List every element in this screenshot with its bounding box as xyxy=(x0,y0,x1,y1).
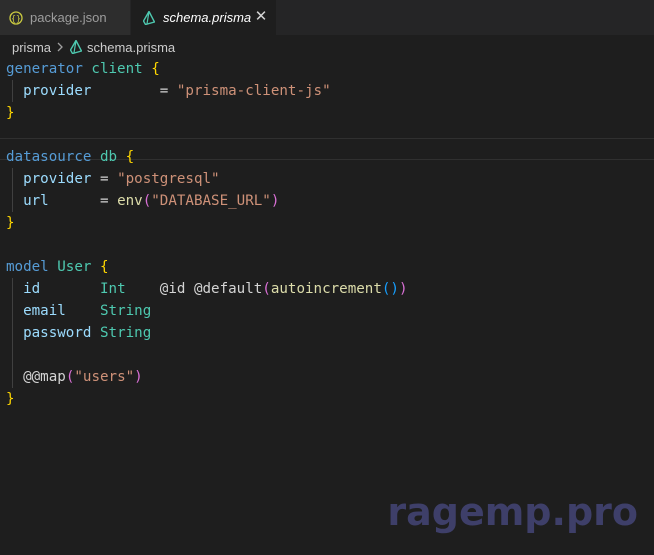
code-line: model User { xyxy=(6,259,109,275)
code-line: @@map("users") xyxy=(23,369,143,385)
close-icon[interactable]: ✕ xyxy=(254,9,268,24)
chevron-right-icon xyxy=(56,42,64,52)
prisma-icon xyxy=(70,40,83,54)
tab-package-json[interactable]: {} package.json xyxy=(0,0,130,35)
code-line: email String xyxy=(23,303,152,319)
code-line: url = env("DATABASE_URL") xyxy=(23,193,280,209)
code-line: password String xyxy=(23,325,152,341)
tab-label: package.json xyxy=(30,10,107,25)
json-file-icon: {} xyxy=(8,10,24,26)
code-line: provider = "postgresql" xyxy=(23,171,220,187)
breadcrumb: prisma schema.prisma xyxy=(0,36,654,58)
code-line: id Int @id @default(autoincrement()) xyxy=(23,281,408,297)
tab-label: schema.prisma xyxy=(163,10,252,25)
code-line: provider = "prisma-client-js" xyxy=(23,83,331,99)
code-line: } xyxy=(6,105,15,121)
tab-schema-prisma[interactable]: schema.prisma ✕ xyxy=(131,0,276,35)
code-line: generator client { xyxy=(6,61,160,77)
code-line: } xyxy=(6,391,15,407)
prisma-icon xyxy=(141,10,157,26)
breadcrumb-folder[interactable]: prisma xyxy=(12,40,51,55)
tab-bar: {} package.json schema.prisma ✕ xyxy=(0,0,654,35)
code-line: } xyxy=(6,215,15,231)
code-line: datasource db { xyxy=(6,149,135,165)
svg-text:{}: {} xyxy=(11,14,21,23)
code-editor[interactable]: generator client { provider = "prisma-cl… xyxy=(0,58,654,555)
breadcrumb-file[interactable]: schema.prisma xyxy=(87,40,175,55)
watermark: ragemp.pro xyxy=(387,490,638,534)
